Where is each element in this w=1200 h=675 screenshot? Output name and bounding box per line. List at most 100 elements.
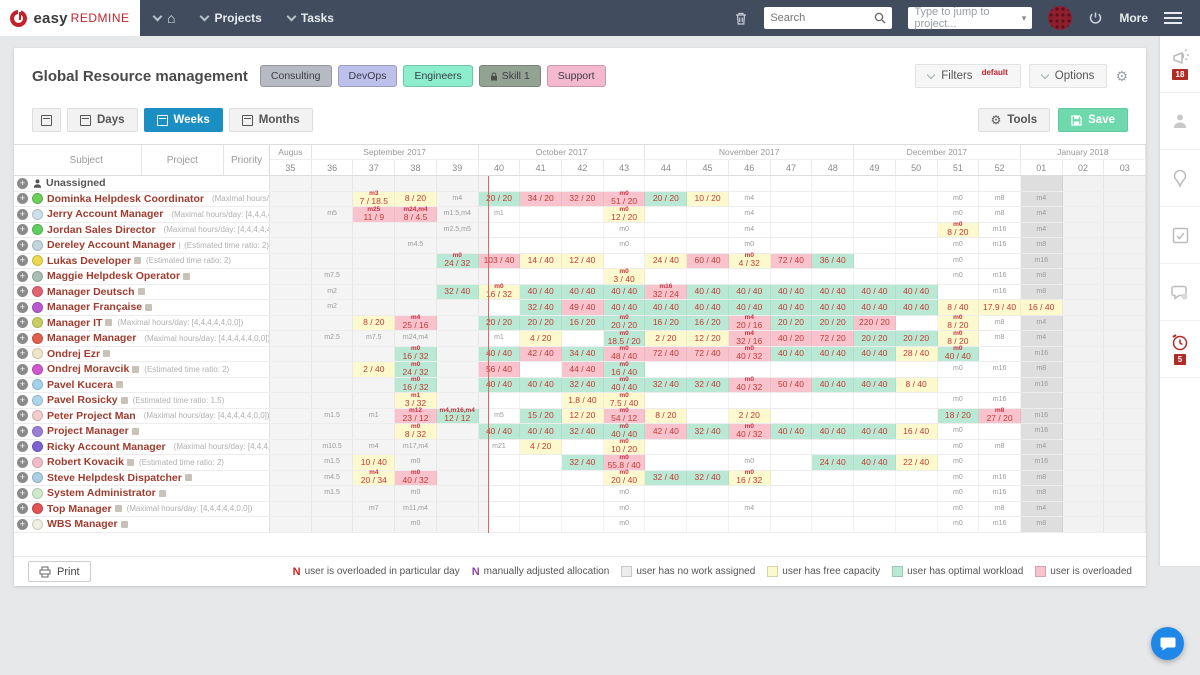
allocation-cell-week-02[interactable] (1063, 331, 1105, 346)
allocation-cell-week-41[interactable] (520, 223, 562, 238)
allocation-cell-week-35[interactable] (270, 409, 312, 424)
allocation-cell-week-41[interactable] (520, 176, 562, 191)
allocation-cell-week-45[interactable] (687, 486, 729, 501)
allocation-cell-week-01[interactable]: m4 (1021, 192, 1063, 207)
allocation-cell-week-39[interactable] (437, 362, 479, 377)
allocation-cell-week-47[interactable] (771, 223, 813, 238)
allocation-cell-week-01[interactable]: m16 (1021, 347, 1063, 362)
allocation-cell-week-39[interactable] (437, 378, 479, 393)
allocation-cell-week-38[interactable]: m024 / 32 (395, 362, 437, 377)
allocation-cell-week-50[interactable] (896, 409, 938, 424)
allocation-cell-week-35[interactable] (270, 502, 312, 517)
allocation-cell-week-38[interactable]: m1223 / 12 (395, 409, 437, 424)
allocation-cell-week-45[interactable] (687, 517, 729, 532)
allocation-cell-week-02[interactable] (1063, 254, 1105, 269)
allocation-cell-week-44[interactable] (645, 486, 687, 501)
allocation-cell-week-39[interactable] (437, 502, 479, 517)
allocation-cell-week-40[interactable] (479, 238, 521, 253)
allocation-cell-week-52[interactable]: m16 (979, 285, 1021, 300)
allocation-cell-week-46[interactable]: m432 / 16 (729, 331, 771, 346)
allocation-cell-week-37[interactable] (353, 300, 395, 315)
allocation-cell-week-52[interactable]: m16 (979, 517, 1021, 532)
allocation-cell-week-43[interactable]: m040 / 40 (604, 424, 646, 439)
allocation-cell-week-02[interactable] (1063, 176, 1105, 191)
allocation-cell-week-03[interactable] (1104, 455, 1146, 470)
allocation-cell-week-02[interactable] (1063, 393, 1105, 408)
allocation-cell-week-47[interactable]: 72 / 40 (771, 254, 813, 269)
allocation-cell-week-35[interactable] (270, 471, 312, 486)
allocation-cell-week-37[interactable]: m7 (353, 502, 395, 517)
allocation-cell-week-41[interactable] (520, 502, 562, 517)
allocation-cell-week-47[interactable] (771, 207, 813, 222)
allocation-cell-week-03[interactable] (1104, 176, 1146, 191)
allocation-cell-week-44[interactable]: 2 / 20 (645, 331, 687, 346)
allocation-cell-week-52[interactable]: m16 (979, 362, 1021, 377)
allocation-cell-week-45[interactable]: 40 / 40 (687, 300, 729, 315)
allocation-cell-week-38[interactable] (395, 254, 437, 269)
allocation-cell-week-48[interactable] (812, 393, 854, 408)
allocation-cell-week-48[interactable]: 40 / 40 (812, 378, 854, 393)
allocation-cell-week-43[interactable]: m0 (604, 502, 646, 517)
allocation-cell-week-47[interactable]: 40 / 40 (771, 424, 813, 439)
allocation-cell-week-52[interactable]: 17.9 / 40 (979, 300, 1021, 315)
allocation-cell-week-42[interactable]: 1.8 / 40 (562, 393, 604, 408)
allocation-settings-icon[interactable] (138, 288, 145, 295)
allocation-cell-week-43[interactable]: m07.5 / 40 (604, 393, 646, 408)
allocation-cell-week-45[interactable] (687, 207, 729, 222)
allocation-cell-week-45[interactable] (687, 223, 729, 238)
allocation-cell-week-41[interactable] (520, 455, 562, 470)
allocation-cell-week-42[interactable] (562, 238, 604, 253)
allocation-cell-week-51[interactable]: m0 (938, 269, 980, 284)
allocation-cell-week-44[interactable]: 24 / 40 (645, 254, 687, 269)
allocation-cell-week-44[interactable] (645, 393, 687, 408)
allocation-cell-week-46[interactable]: m040 / 32 (729, 347, 771, 362)
allocation-cell-week-39[interactable] (437, 347, 479, 362)
print-button[interactable]: Print (28, 561, 91, 582)
allocation-cell-week-01[interactable]: m8 (1021, 471, 1063, 486)
allocation-cell-week-47[interactable] (771, 393, 813, 408)
allocation-cell-week-46[interactable]: m040 / 32 (729, 378, 771, 393)
allocation-cell-week-36[interactable]: m1.5 (312, 455, 354, 470)
allocation-cell-week-36[interactable] (312, 362, 354, 377)
allocation-cell-week-03[interactable] (1104, 409, 1146, 424)
allocation-cell-week-36[interactable]: m2 (312, 300, 354, 315)
allocation-cell-week-37[interactable]: 2 / 40 (353, 362, 395, 377)
allocation-cell-week-47[interactable] (771, 192, 813, 207)
expand-row-icon[interactable]: + (17, 224, 28, 235)
allocation-cell-week-01[interactable] (1021, 393, 1063, 408)
allocation-cell-week-39[interactable] (437, 316, 479, 331)
allocation-cell-week-50[interactable] (896, 269, 938, 284)
allocation-cell-week-43[interactable]: m048 / 40 (604, 347, 646, 362)
allocation-cell-week-43[interactable]: m051 / 20 (604, 192, 646, 207)
allocation-cell-week-02[interactable] (1063, 486, 1105, 501)
allocation-cell-week-02[interactable] (1063, 223, 1105, 238)
allocation-cell-week-02[interactable] (1063, 471, 1105, 486)
expand-row-icon[interactable]: + (17, 348, 28, 359)
allocation-cell-week-35[interactable] (270, 192, 312, 207)
allocation-cell-week-49[interactable] (854, 486, 896, 501)
app-logo[interactable]: easy REDMINE (0, 0, 140, 36)
allocation-cell-week-46[interactable]: m04 / 32 (729, 254, 771, 269)
allocation-cell-week-02[interactable] (1063, 347, 1105, 362)
allocation-cell-week-03[interactable] (1104, 285, 1146, 300)
allocation-cell-week-36[interactable]: m4.5 (312, 471, 354, 486)
allocation-cell-week-43[interactable]: 40 / 40 (604, 285, 646, 300)
allocation-cell-week-02[interactable] (1063, 502, 1105, 517)
allocation-cell-week-02[interactable] (1063, 300, 1105, 315)
expand-row-icon[interactable]: + (17, 488, 28, 499)
allocation-cell-week-51[interactable]: m08 / 20 (938, 223, 980, 238)
allocation-cell-week-40[interactable]: m1 (479, 207, 521, 222)
allocation-cell-week-52[interactable]: m16 (979, 269, 1021, 284)
allocation-cell-week-45[interactable]: 32 / 40 (687, 471, 729, 486)
allocation-cell-week-50[interactable]: 40 / 40 (896, 285, 938, 300)
allocation-cell-week-42[interactable] (562, 207, 604, 222)
user-name-link[interactable]: Pavel Kucera (47, 379, 113, 391)
allocation-cell-week-49[interactable]: 40 / 40 (854, 347, 896, 362)
allocation-cell-week-01[interactable]: m8 (1021, 362, 1063, 377)
expand-row-icon[interactable]: + (17, 333, 28, 344)
user-name-link[interactable]: Ondrej Moravcik (47, 363, 129, 375)
allocation-cell-week-35[interactable] (270, 362, 312, 377)
allocation-cell-week-41[interactable]: 15 / 20 (520, 409, 562, 424)
allocation-cell-week-42[interactable]: 44 / 40 (562, 362, 604, 377)
expand-row-icon[interactable]: + (17, 426, 28, 437)
